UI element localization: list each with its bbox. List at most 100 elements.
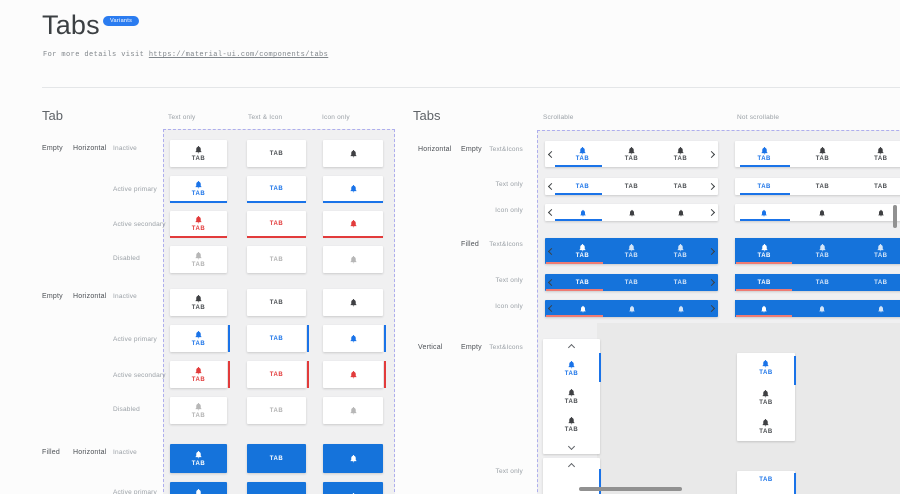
tab-cell[interactable] [323, 176, 383, 201]
tab-item[interactable]: TAB [759, 356, 772, 379]
tab-label: TAB [625, 253, 638, 259]
tab-cell[interactable]: TAB [170, 444, 227, 473]
tab-item[interactable]: TAB [852, 274, 900, 291]
chevron-up-icon[interactable] [569, 461, 574, 471]
tab-item[interactable] [607, 300, 656, 317]
tab-cell[interactable]: TAB [170, 140, 227, 167]
tab-cell[interactable]: TAB [247, 176, 306, 201]
tab-cell[interactable]: TAB [247, 140, 306, 167]
tab-item[interactable]: TAB [565, 413, 578, 436]
chevron-right-icon[interactable] [705, 300, 718, 317]
docs-link[interactable]: https://material-ui.com/components/tabs [149, 51, 328, 59]
tab-indicator [307, 325, 309, 352]
bell-icon [349, 149, 358, 158]
bell-icon [349, 219, 358, 228]
tab-cell[interactable] [323, 444, 383, 473]
active-tab-indicator [794, 473, 796, 494]
tab-cell[interactable] [323, 140, 383, 167]
tab-cell[interactable]: TAB [247, 211, 306, 236]
tab-indicator [323, 236, 383, 238]
chevron-left-icon[interactable] [545, 238, 558, 264]
tab-item[interactable]: TAB [656, 274, 705, 291]
tab-cell[interactable] [323, 246, 383, 273]
tab-item[interactable] [793, 300, 851, 317]
tab-label: TAB [270, 151, 283, 157]
bell-icon [194, 450, 203, 459]
tab-cell[interactable]: TAB [247, 397, 306, 424]
tab-cell[interactable]: TAB [170, 361, 227, 388]
tab-item[interactable]: TAB [852, 238, 900, 264]
tab-item[interactable] [656, 204, 705, 221]
tab-cell[interactable] [323, 211, 383, 236]
bell-icon [194, 402, 203, 411]
tab-item[interactable]: TAB [852, 178, 900, 195]
tab-cell[interactable]: TAB [170, 325, 227, 352]
chevron-right-icon[interactable] [705, 141, 718, 167]
horizontal-scrollbar-thumb[interactable] [579, 487, 682, 491]
row-label: Text only [445, 181, 523, 188]
chevron-left-icon[interactable] [545, 141, 558, 167]
tab-cell[interactable] [323, 482, 383, 494]
tab-cell[interactable]: TAB [170, 211, 227, 236]
tab-item[interactable]: TAB [759, 415, 772, 438]
tab-item[interactable]: TAB [656, 141, 705, 167]
tab-cell[interactable]: TAB [247, 325, 306, 352]
tab-item[interactable]: TAB [607, 274, 656, 291]
tab-item[interactable]: TAB [565, 357, 578, 380]
tab-item[interactable]: TAB [793, 141, 851, 167]
tab-label: TAB [270, 408, 283, 414]
chevron-down-icon[interactable] [569, 441, 574, 451]
tab-label: TAB [270, 300, 283, 306]
tab-cell[interactable] [323, 397, 383, 424]
bell-icon [578, 243, 587, 252]
tab-item[interactable]: TAB [852, 141, 900, 167]
chevron-up-icon[interactable] [569, 342, 574, 352]
tab-cell[interactable]: TAB [170, 482, 227, 494]
tab-item[interactable]: TAB [558, 141, 607, 167]
tab-item[interactable] [793, 204, 851, 221]
tab-bar: TAB TAB TAB [545, 238, 718, 264]
tab-item[interactable]: TAB [656, 178, 705, 195]
right-section-title: Tabs [413, 108, 440, 123]
bell-icon [579, 305, 587, 313]
tab-item[interactable] [607, 204, 656, 221]
tab-cell[interactable] [323, 361, 383, 388]
tab-cell[interactable]: TAB [170, 397, 227, 424]
tab-item[interactable] [852, 300, 900, 317]
tab-item[interactable]: TAB [607, 141, 656, 167]
tab-item[interactable]: TAB [558, 238, 607, 264]
chevron-right-icon[interactable] [705, 238, 718, 264]
vertical-scrollbar-thumb[interactable] [893, 205, 897, 228]
tab-item[interactable]: TAB [759, 386, 772, 409]
column-header: Scrollable [543, 114, 574, 121]
tab-cell[interactable]: TAB [247, 289, 306, 316]
tab-item[interactable]: TAB [759, 474, 772, 486]
state-label: Active secondary [113, 221, 166, 228]
tab-cell[interactable]: TAB [247, 361, 306, 388]
tab-item[interactable]: TAB [656, 238, 705, 264]
tab-cell[interactable]: TAB [170, 246, 227, 273]
tab-item[interactable]: TAB [793, 178, 851, 195]
tab-cell[interactable]: TAB [170, 289, 227, 316]
chevron-right-icon[interactable] [705, 178, 718, 195]
tab-cell[interactable]: TAB [247, 444, 306, 473]
tab-item[interactable]: TAB [565, 385, 578, 408]
tab-item[interactable]: TAB [735, 141, 793, 167]
tab-item[interactable]: TAB [793, 274, 851, 291]
tab-item[interactable]: TAB [607, 178, 656, 195]
tab-cell[interactable]: TAB [247, 246, 306, 273]
tab-cell[interactable] [323, 325, 383, 352]
tab-item[interactable] [656, 300, 705, 317]
tab-item[interactable]: TAB [735, 238, 793, 264]
tab-item[interactable]: TAB [607, 238, 656, 264]
chevron-right-icon[interactable] [705, 204, 718, 221]
group-orientation-label: Horizontal [73, 449, 107, 456]
bell-icon [761, 389, 770, 398]
vertical-tab-list: TAB [737, 471, 795, 494]
tab-cell[interactable] [323, 289, 383, 316]
tab-item[interactable]: TAB [793, 238, 851, 264]
chevron-right-icon[interactable] [705, 274, 718, 291]
bell-icon [761, 418, 770, 427]
tab-cell[interactable]: TAB [170, 176, 227, 201]
tab-cell[interactable]: TAB [247, 482, 306, 494]
